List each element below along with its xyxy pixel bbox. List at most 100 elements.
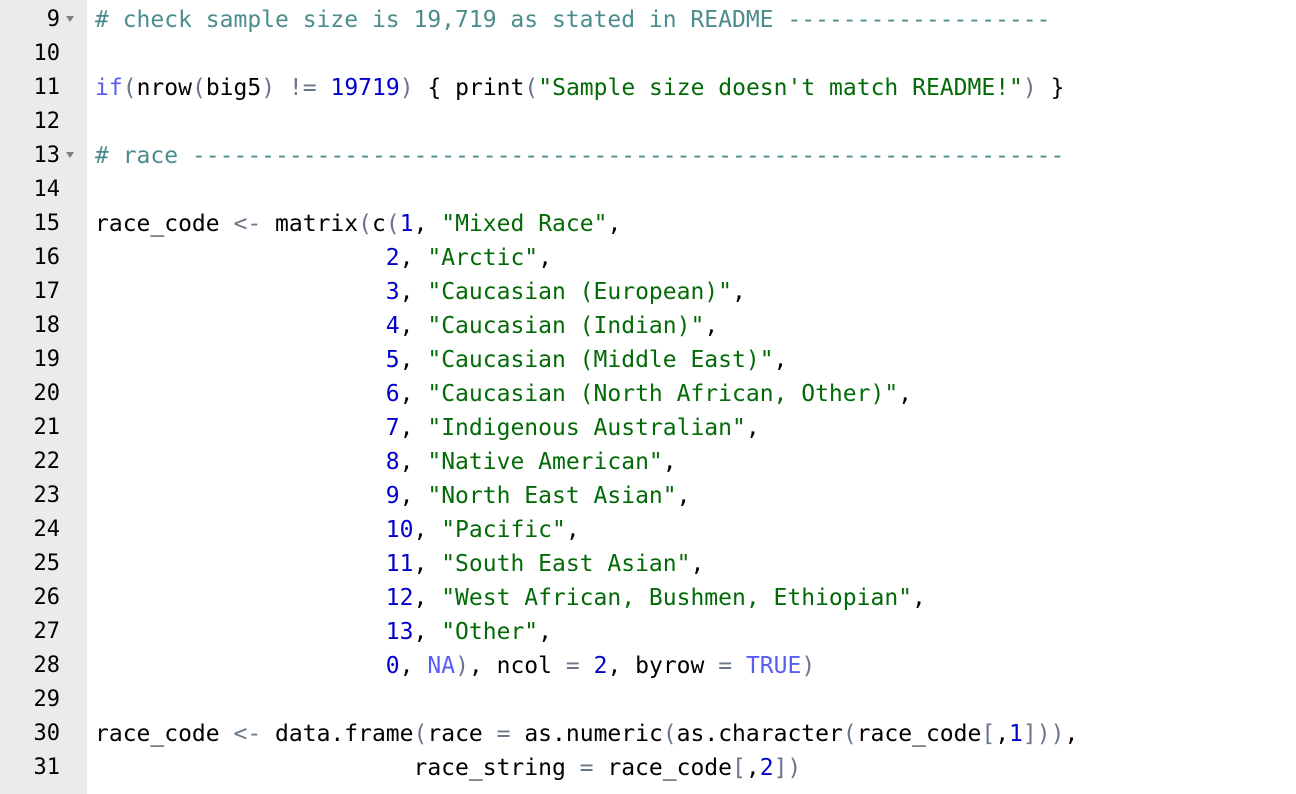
code-text[interactable]: # race ---------------------------------…	[95, 139, 1064, 173]
line-number: 22	[33, 449, 61, 474]
line-number: 21	[33, 415, 61, 440]
code-token-op: [	[732, 755, 746, 781]
code-token-text: ,	[399, 381, 428, 407]
code-text[interactable]: 7, "Indigenous Australian",	[95, 411, 760, 445]
code-line[interactable]: 12	[0, 105, 1296, 139]
code-line[interactable]: 20 6, "Caucasian (North African, Other)"…	[0, 377, 1296, 411]
code-token-text: }	[1036, 75, 1065, 101]
code-line[interactable]: 15 race_code <- matrix(c(1, "Mixed Race",	[0, 207, 1296, 241]
code-token-text: ,	[399, 313, 428, 339]
code-line[interactable]: 9 # check sample size is 19,719 as stated…	[0, 3, 1296, 37]
line-number: 16	[33, 245, 61, 270]
code-line[interactable]: 28 0, NA), ncol = 2, byrow = TRUE)	[0, 649, 1296, 683]
line-number: 15	[33, 211, 61, 236]
line-number: 19	[33, 347, 61, 372]
code-token-text: ,	[413, 211, 442, 237]
code-token-string: "Mixed Race"	[441, 211, 608, 237]
code-text[interactable]: 6, "Caucasian (North African, Other)",	[95, 377, 912, 411]
code-line[interactable]: 13 # race -------------------------------…	[0, 139, 1296, 173]
code-text[interactable]: race_code <- matrix(c(1, "Mixed Race",	[95, 207, 621, 241]
code-line[interactable]: 17 3, "Caucasian (European)",	[0, 275, 1296, 309]
code-text[interactable]: 2, "Arctic",	[95, 241, 552, 275]
code-line[interactable]: 22 8, "Native American",	[0, 445, 1296, 479]
code-text[interactable]: race_code <- data.frame(race = as.numeri…	[95, 717, 1078, 751]
code-token-number: 2	[593, 653, 608, 679]
code-line[interactable]: 25 11, "South East Asian",	[0, 547, 1296, 581]
code-text[interactable]: 8, "Native American",	[95, 445, 677, 479]
code-token-text: ,	[745, 755, 760, 781]
code-token-string: "Caucasian (Indian)"	[427, 313, 705, 339]
code-token-op: (	[662, 721, 677, 747]
code-token-const: TRUE	[745, 653, 802, 679]
code-token-string: "Sample size doesn't match README!"	[538, 75, 1023, 101]
code-line[interactable]: 14	[0, 173, 1296, 207]
code-line[interactable]: 16 2, "Arctic",	[0, 241, 1296, 275]
code-text[interactable]: 0, NA), ncol = 2, byrow = TRUE)	[95, 649, 815, 683]
code-token-text: ,	[676, 483, 691, 509]
code-token-string: "West African, Bushmen, Ethiopian"	[441, 585, 913, 611]
code-line[interactable]: 19 5, "Caucasian (Middle East)",	[0, 343, 1296, 377]
line-number: 9	[46, 7, 60, 32]
code-text[interactable]: 4, "Caucasian (Indian)",	[95, 309, 718, 343]
code-line[interactable]: 26 12, "West African, Bushmen, Ethiopian…	[0, 581, 1296, 615]
code-text[interactable]: if(nrow(big5) != 19719) { print("Sample …	[95, 71, 1064, 105]
code-line[interactable]: 10	[0, 37, 1296, 71]
code-token-string: "North East Asian"	[427, 483, 677, 509]
code-line[interactable]: 18 4, "Caucasian (Indian)",	[0, 309, 1296, 343]
code-token-text: ,	[732, 279, 746, 305]
code-text[interactable]: # check sample size is 19,719 as stated …	[95, 3, 1050, 37]
code-line[interactable]: 31 race_string = race_code[,2])	[0, 751, 1296, 785]
code-token-number: 6	[385, 381, 400, 407]
code-token-text: , ncol	[468, 653, 566, 679]
line-number: 13	[33, 143, 61, 168]
code-text[interactable]: 3, "Caucasian (European)",	[95, 275, 746, 309]
code-area[interactable]: 9 # check sample size is 19,719 as stated…	[0, 0, 1296, 794]
code-text[interactable]: 12, "West African, Bushmen, Ethiopian",	[95, 581, 926, 615]
code-text[interactable]: 10, "Pacific",	[95, 513, 580, 547]
code-editor[interactable]: 9 # check sample size is 19,719 as stated…	[0, 0, 1296, 794]
code-token-text: race_code	[95, 211, 234, 237]
line-number: 29	[33, 687, 61, 712]
code-token-string: "Indigenous Australian"	[427, 415, 746, 441]
code-text[interactable]: 9, "North East Asian",	[95, 479, 691, 513]
code-token-text: ,	[413, 619, 442, 645]
code-token-op: !=	[288, 75, 317, 101]
code-token-text: ,	[1064, 721, 1079, 747]
code-text[interactable]: race_string = race_code[,2])	[95, 751, 801, 785]
code-token-op: <-	[233, 721, 262, 747]
line-number: 11	[33, 75, 61, 100]
code-token-fn: data.frame	[261, 721, 414, 747]
code-token-text: ,	[399, 653, 428, 679]
code-line[interactable]: 23 9, "North East Asian",	[0, 479, 1296, 513]
fold-caret-icon[interactable]	[66, 16, 74, 22]
code-token-op: (	[842, 721, 857, 747]
code-line[interactable]: 30 race_code <- data.frame(race = as.nume…	[0, 717, 1296, 751]
code-line[interactable]: 27 13, "Other",	[0, 615, 1296, 649]
code-token-number: 8	[385, 449, 400, 475]
code-line[interactable]: 24 10, "Pacific",	[0, 513, 1296, 547]
code-token-op: =	[718, 653, 733, 679]
code-token-number: 2	[759, 755, 774, 781]
code-line[interactable]: 29	[0, 683, 1296, 717]
code-line[interactable]: 21 7, "Indigenous Australian",	[0, 411, 1296, 445]
code-text[interactable]: 11, "South East Asian",	[95, 547, 705, 581]
code-token-number: 19719	[330, 75, 400, 101]
code-token-text: ,	[773, 347, 788, 373]
code-token-fn: nrow	[136, 75, 192, 101]
code-text[interactable]: 13, "Other",	[95, 615, 552, 649]
code-token-number: 12	[385, 585, 414, 611]
code-text[interactable]: 5, "Caucasian (Middle East)",	[95, 343, 788, 377]
code-token-fn: print	[455, 75, 525, 101]
code-token-comment: # race ---------------------------------…	[95, 143, 1065, 169]
code-token-text: ,	[607, 211, 622, 237]
fold-caret-icon[interactable]	[66, 152, 74, 158]
code-line[interactable]: 11 if(nrow(big5) != 19719) { print("Sampl…	[0, 71, 1296, 105]
